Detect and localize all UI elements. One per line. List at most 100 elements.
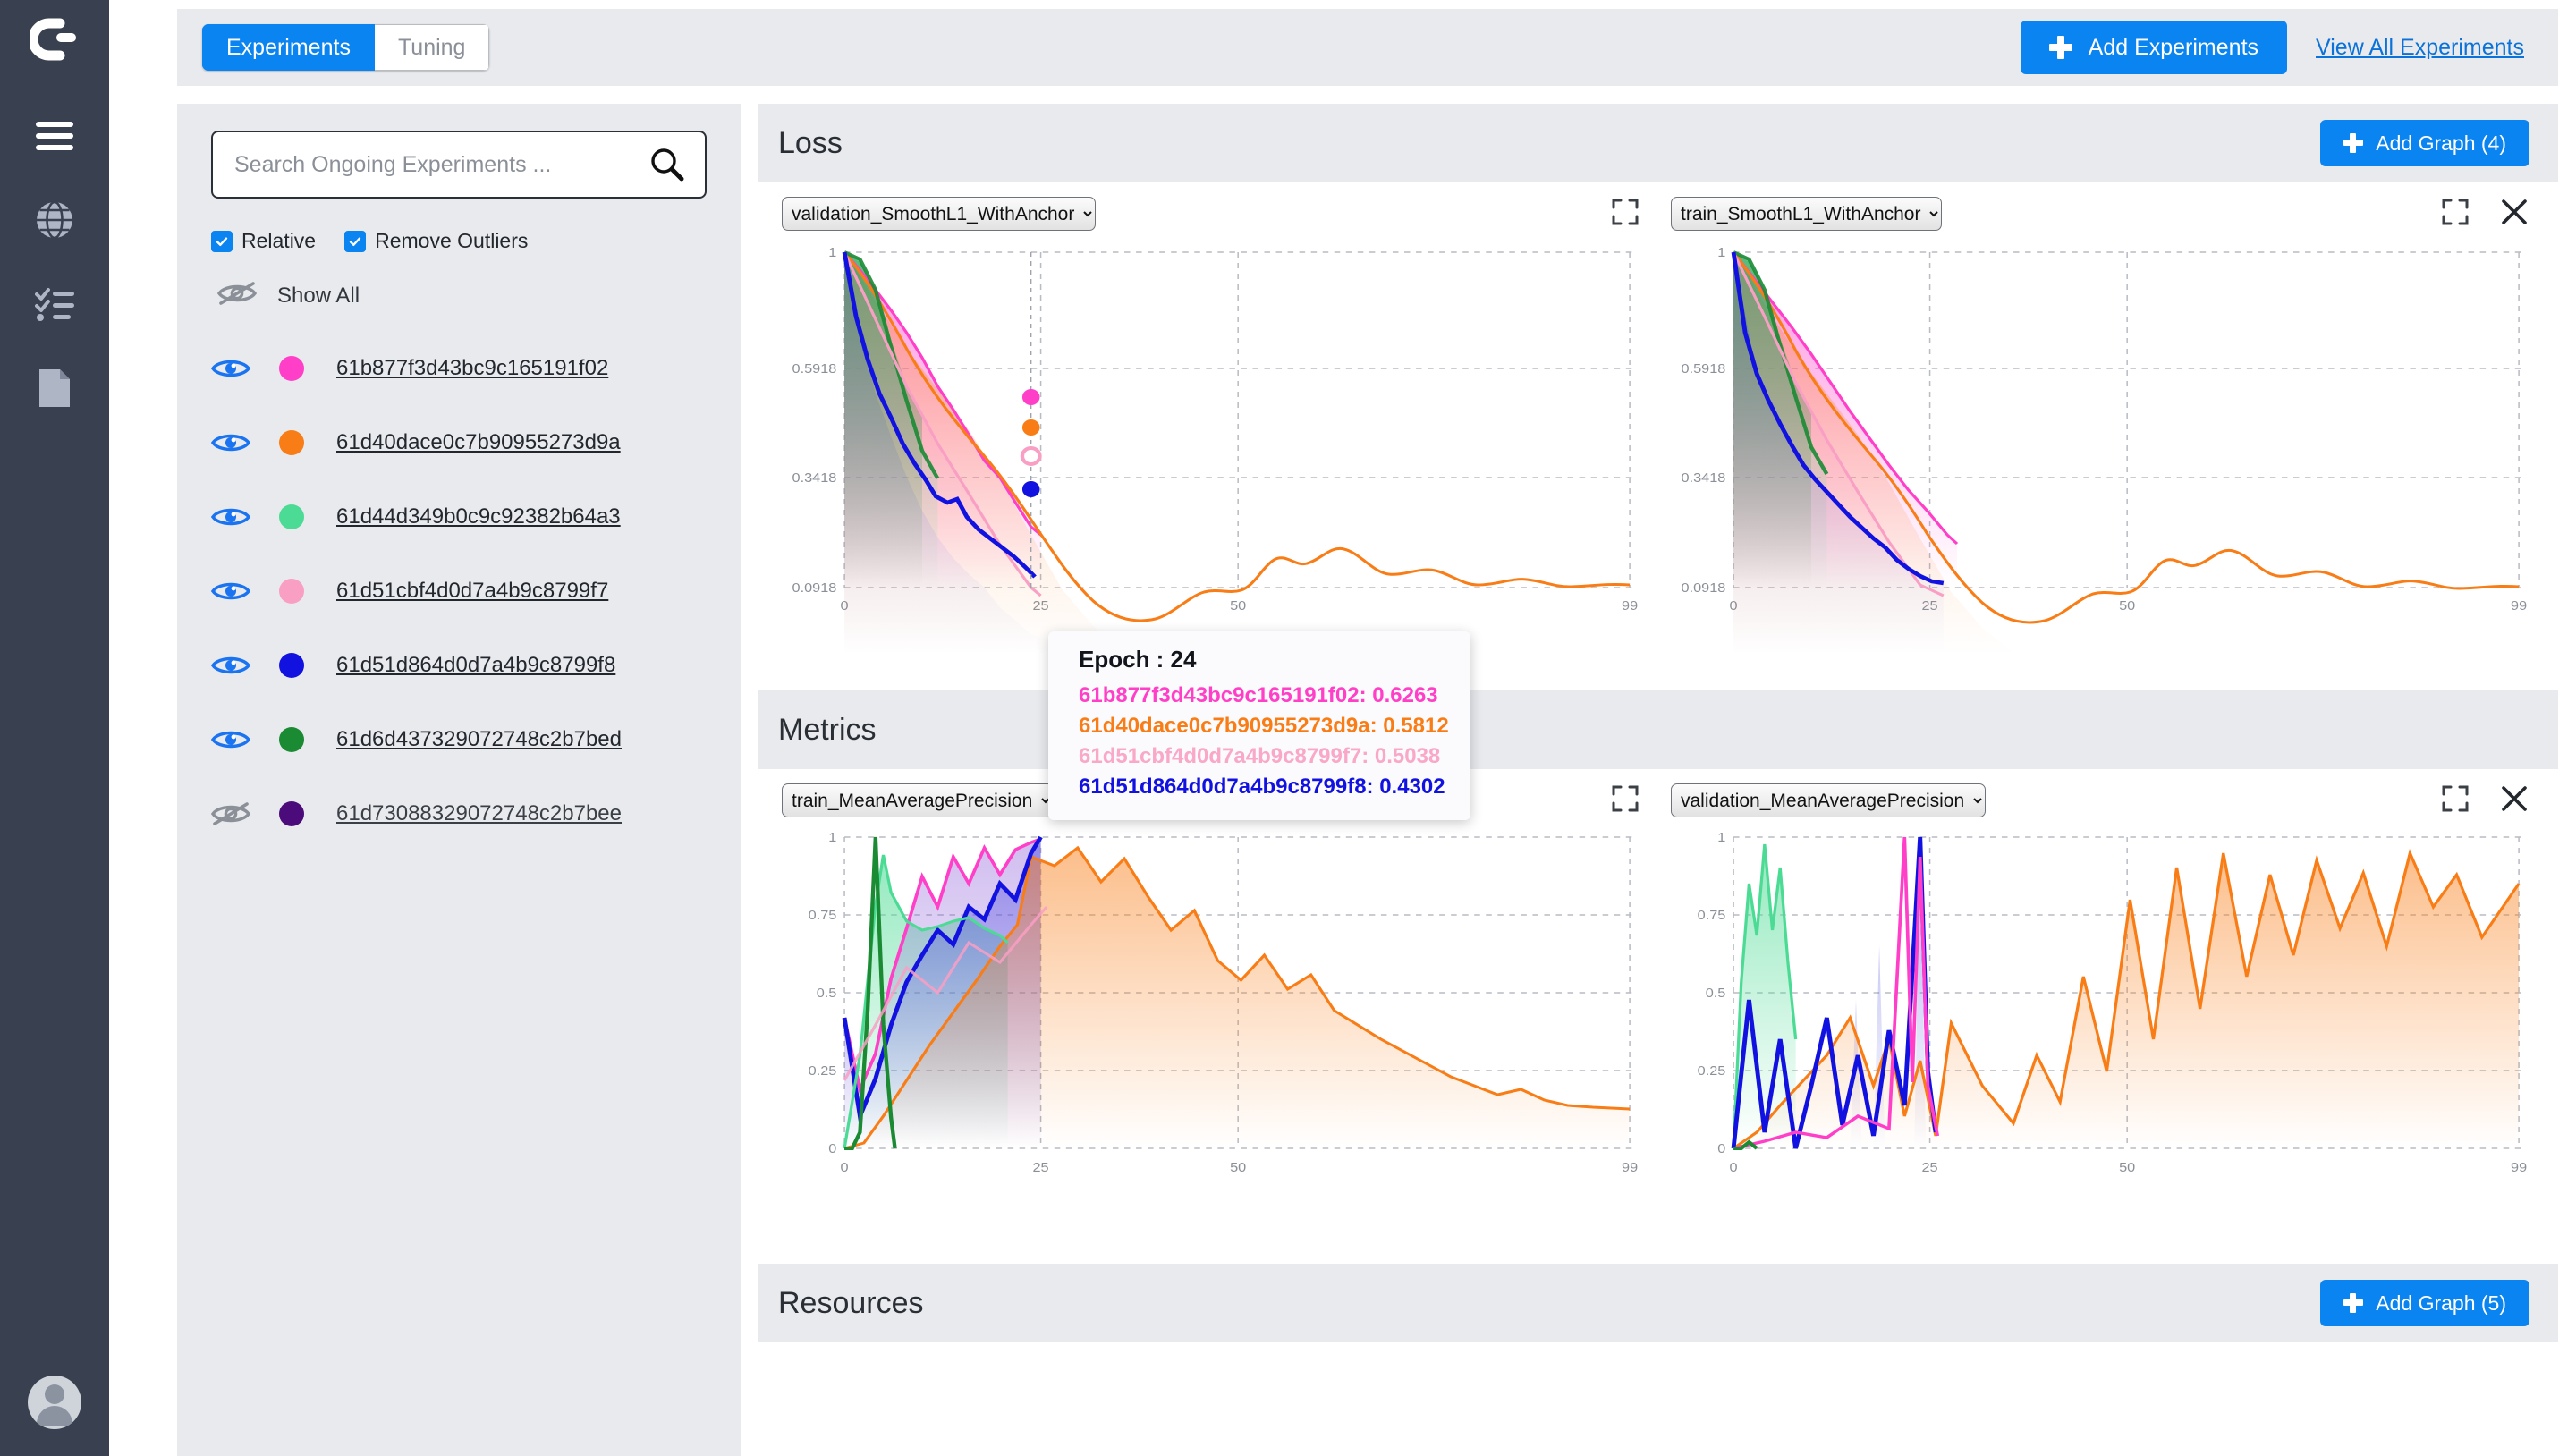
- series-color-dot: [279, 653, 304, 678]
- expand-icon[interactable]: [2442, 785, 2469, 817]
- svg-text:25: 25: [1922, 1161, 1938, 1175]
- graph-toolbar: validation_MeanAveragePrecision: [1665, 780, 2540, 821]
- eye-icon[interactable]: [211, 577, 250, 605]
- list-item[interactable]: 61d51cbf4d0d7a4b9c8799f7: [211, 554, 707, 628]
- svg-text:0.3418: 0.3418: [792, 471, 837, 486]
- svg-text:1: 1: [1717, 246, 1725, 260]
- list-item[interactable]: 61b877f3d43bc9c165191f02: [211, 331, 707, 405]
- relative-checkbox[interactable]: [211, 231, 233, 252]
- svg-text:0: 0: [828, 1142, 836, 1156]
- svg-text:0.75: 0.75: [1698, 909, 1726, 923]
- svg-text:1: 1: [828, 246, 836, 260]
- avatar[interactable]: [28, 1376, 81, 1429]
- eye-icon[interactable]: [211, 725, 250, 754]
- svg-text:0.5918: 0.5918: [1682, 362, 1726, 377]
- series-color-dot: [279, 579, 304, 604]
- experiment-id-link[interactable]: 61d40dace0c7b90955273d9a: [336, 430, 621, 455]
- close-icon[interactable]: [2501, 785, 2528, 817]
- cnvrg-logo-icon[interactable]: [28, 16, 81, 72]
- svg-text:0.5: 0.5: [1706, 986, 1726, 1001]
- checklist-icon[interactable]: [30, 279, 80, 329]
- metric-select[interactable]: validation_SmoothL1_WithAnchor: [782, 197, 1096, 231]
- tab-experiments[interactable]: Experiments: [202, 24, 375, 71]
- experiment-id-link[interactable]: 61d51d864d0d7a4b9c8799f8: [336, 653, 615, 678]
- svg-text:0: 0: [1730, 1161, 1738, 1175]
- experiment-id-link[interactable]: 61b877f3d43bc9c165191f02: [336, 356, 608, 381]
- svg-text:0.5: 0.5: [817, 986, 837, 1001]
- svg-text:50: 50: [2119, 599, 2135, 614]
- experiment-list: 61b877f3d43bc9c165191f02 61d40dace0c7b90…: [211, 331, 707, 851]
- eye-icon[interactable]: [211, 503, 250, 531]
- tab-tuning[interactable]: Tuning: [375, 24, 490, 71]
- svg-text:50: 50: [2119, 1161, 2135, 1175]
- svg-text:0.3418: 0.3418: [1682, 471, 1726, 486]
- list-item[interactable]: 61d44d349b0c9c92382b64a3: [211, 479, 707, 554]
- add-graph-button-resources[interactable]: Add Graph (5): [2320, 1280, 2529, 1326]
- search-input[interactable]: [234, 152, 649, 178]
- plot-validation-smoothl1[interactable]: 1 0.5918 0.3418 0.0918 0 25 50 99: [776, 234, 1651, 655]
- graph-card: train_SmoothL1_WithAnchor: [1665, 193, 2540, 655]
- chart-tooltip: Epoch : 24 61b877f3d43bc9c165191f02: 0.6…: [1048, 631, 1470, 820]
- expand-icon[interactable]: [2442, 199, 2469, 230]
- svg-text:99: 99: [2511, 599, 2527, 614]
- svg-text:1: 1: [828, 831, 836, 845]
- app-root: Experiments Tuning Add Experiments View …: [0, 0, 2576, 1456]
- eye-icon[interactable]: [211, 428, 250, 457]
- page-title: Resources: [778, 1286, 924, 1321]
- experiment-id-link[interactable]: 61d51cbf4d0d7a4b9c8799f7: [336, 579, 608, 604]
- svg-text:0.0918: 0.0918: [792, 581, 837, 596]
- eye-off-icon[interactable]: [211, 800, 250, 828]
- show-all-label: Show All: [277, 284, 360, 309]
- loss-graphs: validation_SmoothL1_WithAnchor: [758, 182, 2558, 673]
- svg-text:0.25: 0.25: [1698, 1064, 1726, 1079]
- document-icon[interactable]: [30, 363, 80, 413]
- tooltip-row: 61b877f3d43bc9c165191f02: 0.6263: [1079, 681, 1451, 711]
- list-item[interactable]: 61d73088329072748c2b7bee: [211, 776, 707, 851]
- svg-text:0: 0: [841, 1161, 849, 1175]
- view-all-experiments-link[interactable]: View All Experiments: [2316, 35, 2524, 61]
- list-item[interactable]: 61d40dace0c7b90955273d9a: [211, 405, 707, 479]
- hamburger-menu-icon[interactable]: [30, 111, 80, 161]
- series-color-dot: [279, 801, 304, 826]
- metric-select[interactable]: train_SmoothL1_WithAnchor: [1671, 197, 1942, 231]
- series-color-dot: [279, 504, 304, 529]
- eye-icon[interactable]: [211, 651, 250, 680]
- svg-text:99: 99: [1622, 1161, 1638, 1175]
- graph-toolbar: train_SmoothL1_WithAnchor: [1665, 193, 2540, 234]
- tooltip-row: 61d40dace0c7b90955273d9a: 0.5812: [1079, 711, 1451, 741]
- experiment-id-link[interactable]: 61d6d437329072748c2b7bed: [336, 727, 622, 752]
- expand-icon[interactable]: [1612, 785, 1639, 817]
- search-icon[interactable]: [649, 147, 685, 182]
- plot-train-map[interactable]: 1 0.75 0.5 0.25 0 0 25 50 99: [776, 821, 1651, 1228]
- add-graph-label: Add Graph (5): [2376, 1291, 2506, 1316]
- remove-outliers-checkbox[interactable]: [344, 231, 366, 252]
- experiment-id-link[interactable]: 61d73088329072748c2b7bee: [336, 801, 622, 826]
- search-box[interactable]: [211, 131, 707, 199]
- metric-select[interactable]: train_MeanAveragePrecision: [782, 783, 1054, 817]
- series-color-dot: [279, 727, 304, 752]
- section-header: Resources Add Graph (5): [758, 1264, 2558, 1342]
- globe-icon[interactable]: [30, 195, 80, 245]
- experiment-id-link[interactable]: 61d44d349b0c9c92382b64a3: [336, 504, 621, 529]
- svg-text:99: 99: [1622, 599, 1638, 614]
- list-item[interactable]: 61d6d437329072748c2b7bed: [211, 702, 707, 776]
- plus-icon: [2343, 133, 2363, 153]
- plot-validation-map[interactable]: 1 0.75 0.5 0.25 0 0 25 50 99: [1665, 821, 2540, 1228]
- tooltip-title: Epoch : 24: [1079, 646, 1451, 673]
- svg-text:0.0918: 0.0918: [1682, 581, 1726, 596]
- eye-off-icon[interactable]: [216, 280, 258, 311]
- svg-text:50: 50: [1230, 599, 1246, 614]
- tooltip-row: 61d51cbf4d0d7a4b9c8799f7: 0.5038: [1079, 741, 1451, 772]
- close-icon[interactable]: [2501, 199, 2528, 230]
- show-all-row[interactable]: Show All: [211, 280, 707, 311]
- metric-select[interactable]: validation_MeanAveragePrecision: [1671, 783, 1986, 817]
- add-graph-button-loss[interactable]: Add Graph (4): [2320, 120, 2529, 166]
- list-item[interactable]: 61d51d864d0d7a4b9c8799f8: [211, 628, 707, 702]
- expand-icon[interactable]: [1612, 199, 1639, 230]
- add-graph-label: Add Graph (4): [2376, 131, 2506, 156]
- experiments-sidebar: Relative Remove Outliers Show All: [177, 104, 741, 1456]
- add-experiments-button[interactable]: Add Experiments: [2021, 21, 2287, 74]
- plot-train-smoothl1[interactable]: 1 0.5918 0.3418 0.0918 0 25 50 99: [1665, 234, 2540, 655]
- relative-label: Relative: [242, 229, 316, 253]
- eye-icon[interactable]: [211, 354, 250, 383]
